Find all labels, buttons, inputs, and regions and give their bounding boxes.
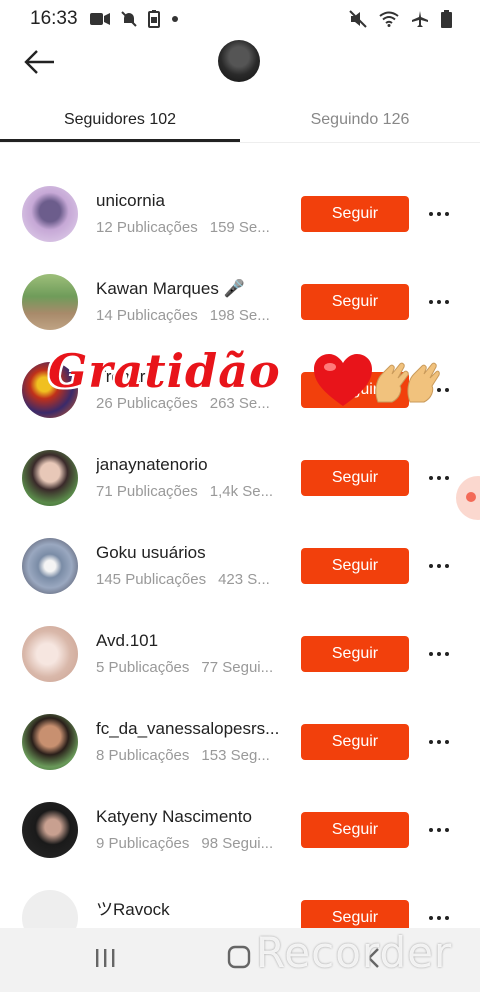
posts-count: 8 Publicações: [96, 747, 190, 764]
more-dots-icon: [429, 300, 449, 304]
status-bar: 16:33: [0, 0, 480, 36]
user-stats: 9 Publicações 98 Segui...: [96, 835, 282, 852]
avatar[interactable]: [22, 186, 78, 242]
followers-count: 77 Segui...: [201, 659, 274, 676]
more-dots-icon: [429, 476, 449, 480]
follow-button[interactable]: Seguir: [301, 196, 409, 232]
more-dots-icon: [429, 564, 449, 568]
more-options-button[interactable]: [424, 284, 454, 320]
dot-icon: [172, 16, 178, 22]
more-dots-icon: [429, 740, 449, 744]
username[interactable]: fc_da_vanessalopesrs...: [96, 719, 279, 739]
posts-count: 12 Publicações: [96, 219, 198, 236]
list-item[interactable]: fc_da_vanessalopesrs... 8 Publicações 153…: [0, 706, 480, 794]
followers-count: 153 Seg...: [201, 747, 270, 764]
tab-divider: [0, 142, 480, 143]
tabs: Seguidores 102 Seguindo 126: [0, 100, 480, 142]
follow-button[interactable]: Seguir: [301, 460, 409, 496]
follow-button[interactable]: Seguir: [301, 636, 409, 672]
more-options-button[interactable]: [424, 636, 454, 672]
username[interactable]: Kawan Marques 🎤: [96, 279, 245, 299]
user-stats: 12 Publicações 159 Se...: [96, 219, 282, 236]
list-item[interactable]: Avd.101 5 Publicações 77 Segui... Seguir: [0, 618, 480, 706]
recorder-watermark: Recorder: [256, 928, 453, 977]
back-arrow-icon: [24, 50, 54, 74]
recent-apps-icon[interactable]: [94, 948, 116, 968]
more-dots-icon: [429, 916, 449, 920]
status-time: 16:33: [30, 8, 78, 29]
username[interactable]: Katyeny Nascimento: [96, 807, 252, 827]
avatar[interactable]: [22, 450, 78, 506]
more-options-button[interactable]: [424, 812, 454, 848]
followers-count: 423 S...: [218, 571, 270, 588]
user-stats: 145 Publicações 423 S...: [96, 571, 282, 588]
more-options-button[interactable]: [424, 548, 454, 584]
video-camera-icon: [90, 13, 110, 25]
heart-icon: [314, 354, 372, 406]
more-options-button[interactable]: [424, 460, 454, 496]
list-item[interactable]: janaynatenorio 71 Publicações 1,4k Se... …: [0, 442, 480, 530]
notifications-off-icon: [121, 11, 137, 27]
more-options-button[interactable]: [424, 724, 454, 760]
followers-count: 198 Se...: [209, 307, 270, 324]
tab-following[interactable]: Seguindo 126: [240, 100, 480, 142]
airplane-icon: [412, 11, 428, 27]
wifi-icon: [379, 11, 399, 27]
clapping-hands-icon: [375, 362, 440, 403]
followers-count: 1,4k Se...: [209, 483, 274, 500]
profile-avatar[interactable]: [218, 40, 260, 82]
posts-count: 9 Publicações: [96, 835, 190, 852]
status-right-icons: [349, 10, 452, 28]
follow-button[interactable]: Seguir: [301, 724, 409, 760]
list-item[interactable]: Kawan Marques 🎤 14 Publicações 198 Se... …: [0, 266, 480, 354]
user-stats: 5 Publicações 77 Segui...: [96, 659, 282, 676]
followers-count: 98 Segui...: [201, 835, 274, 852]
list-item[interactable]: Katyeny Nascimento 9 Publicações 98 Segui…: [0, 794, 480, 882]
username[interactable]: unicornia: [96, 191, 165, 211]
username[interactable]: Goku usuários: [96, 543, 206, 563]
battery-icon: [441, 10, 452, 28]
username[interactable]: ツRavock: [96, 895, 170, 920]
user-stats: 8 Publicações 153 Seg...: [96, 747, 282, 764]
follow-button[interactable]: Seguir: [301, 812, 409, 848]
follow-button[interactable]: Seguir: [301, 548, 409, 584]
status-left-icons: [90, 10, 180, 28]
follow-button[interactable]: Seguir: [301, 284, 409, 320]
mute-icon: [349, 10, 367, 28]
posts-count: 14 Publicações: [96, 307, 198, 324]
back-button[interactable]: [22, 44, 58, 80]
header: [0, 36, 480, 96]
more-dots-icon: [429, 212, 449, 216]
list-item[interactable]: Goku usuários 145 Publicações 423 S... Se…: [0, 530, 480, 618]
posts-count: 5 Publicações: [96, 659, 190, 676]
posts-count: 71 Publicações: [96, 483, 198, 500]
avatar[interactable]: [22, 626, 78, 682]
username[interactable]: janaynatenorio: [96, 455, 208, 475]
avatar[interactable]: [22, 802, 78, 858]
tab-followers[interactable]: Seguidores 102: [0, 100, 240, 142]
user-stats: 71 Publicações 1,4k Se...: [96, 483, 282, 500]
user-stats: 14 Publicações 198 Se...: [96, 307, 282, 324]
avatar[interactable]: [22, 274, 78, 330]
battery-saver-icon: [148, 10, 160, 28]
posts-count: 145 Publicações: [96, 571, 207, 588]
avatar[interactable]: [22, 538, 78, 594]
username[interactable]: Avd.101: [96, 631, 158, 651]
list-item[interactable]: unicornia 12 Publicações 159 Se... Seguir: [0, 178, 480, 266]
more-dots-icon: [429, 828, 449, 832]
more-dots-icon: [429, 652, 449, 656]
more-options-button[interactable]: [424, 196, 454, 232]
home-icon[interactable]: [226, 944, 252, 970]
followers-count: 159 Se...: [209, 219, 270, 236]
avatar[interactable]: [22, 714, 78, 770]
overlay-text: Gratidão: [48, 344, 281, 398]
